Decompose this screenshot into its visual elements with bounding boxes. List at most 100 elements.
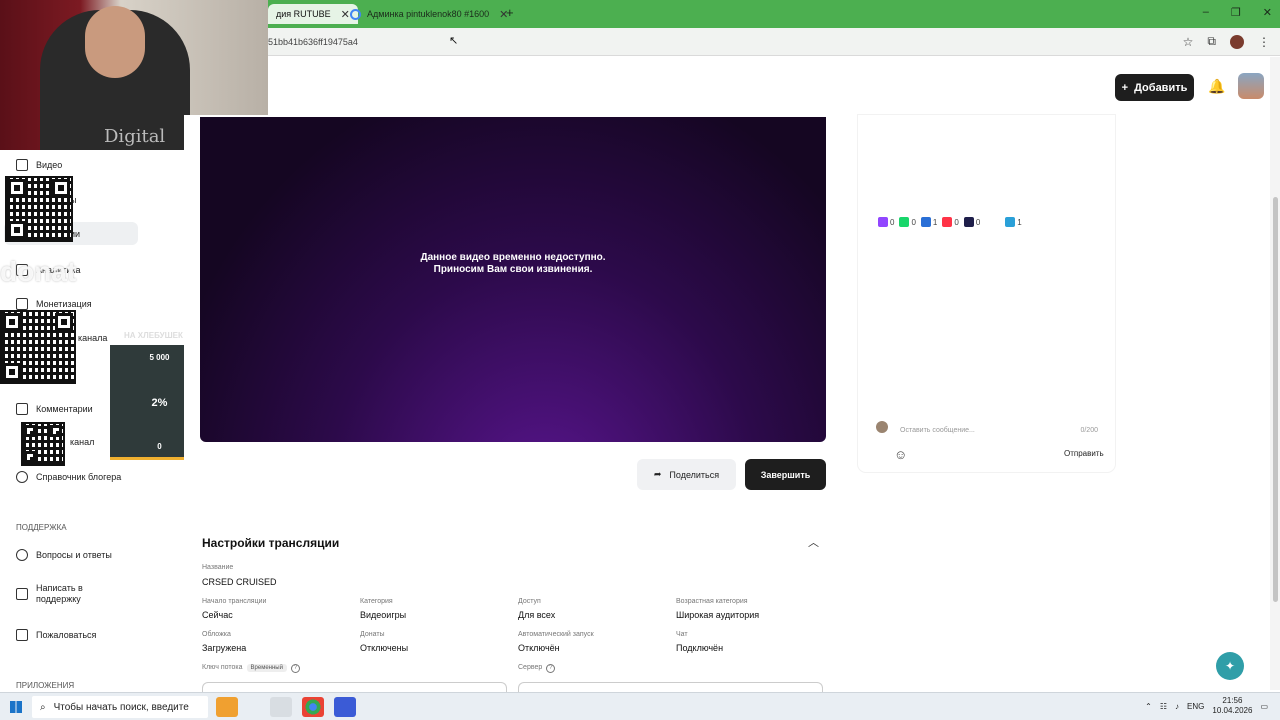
viewers-icon <box>1005 217 1016 227</box>
stream-key-label-text: Ключ потока <box>202 664 243 671</box>
trovo-icon <box>899 217 910 227</box>
comments-icon <box>16 403 28 415</box>
bookmark-star-icon[interactable]: ☆ <box>1183 35 1194 49</box>
page-scrollbar[interactable] <box>1270 57 1280 690</box>
cover-value: Загружена <box>202 643 247 653</box>
share-button-label: Поделиться <box>669 469 720 480</box>
finish-stream-button[interactable]: Завершить <box>745 459 826 490</box>
add-button[interactable]: + Добавить <box>1115 74 1194 101</box>
window-controls: – ❐ ✕ <box>1203 6 1272 19</box>
twitch-icon <box>878 217 888 227</box>
volume-icon[interactable]: ♪ <box>1175 702 1179 711</box>
sidebar-item-faq[interactable]: Вопросы и ответы <box>16 549 112 561</box>
minimize-icon[interactable]: – <box>1203 6 1209 19</box>
platform-counter-rutube: 0 <box>963 217 981 227</box>
donation-qr-code-2 <box>0 310 76 384</box>
scrollbar-thumb[interactable] <box>1273 197 1278 602</box>
donat-watermark: donat <box>0 256 77 287</box>
streamer-head <box>85 6 145 78</box>
google-icon <box>350 8 361 20</box>
taskbar-search-box[interactable]: ⌕ Чтобы начать поиск, введите <box>32 696 208 718</box>
sidebar-item-channel-2[interactable]: канал <box>70 437 94 447</box>
sidebar-item-report[interactable]: Пожаловаться <box>16 629 96 641</box>
windows-taskbar: ⌕ Чтобы начать поиск, введите ⌃ ☷ ♪ ENG … <box>0 692 1280 720</box>
taskbar-clock[interactable]: 21:56 10.04.2026 <box>1212 696 1252 716</box>
category-value: Видеоигры <box>360 610 407 620</box>
platform-count: 0 <box>890 217 895 227</box>
chat-message-input[interactable]: Оставить сообщение... 0/200 <box>873 420 1103 438</box>
platform-counter-viewers: 1 <box>1005 217 1022 227</box>
platform-count: 0 <box>975 217 981 227</box>
age-value: Широкая аудитория <box>676 610 760 620</box>
browser-menu-icon[interactable]: ⋮ <box>1258 35 1270 49</box>
sidebar-item-label: канала <box>78 333 108 343</box>
sidebar-item-channel[interactable]: канала <box>78 333 107 343</box>
donation-qr-code-3 <box>21 422 65 466</box>
tab-title: Админка pintuklenok80 #1600 <box>367 9 490 19</box>
search-icon: ⌕ <box>40 701 46 713</box>
flag-icon <box>16 629 28 641</box>
tray-arrow-icon[interactable]: ⌃ <box>1145 702 1152 711</box>
platform-count: 1 <box>1017 217 1022 227</box>
address-bar-icons: ☆ ⧉ ⋮ <box>1183 34 1270 49</box>
taskbar-search-placeholder: Чтобы начать поиск, введите <box>53 701 189 713</box>
send-button[interactable]: Отправить <box>1064 449 1104 458</box>
platform-counter-twitch: 0 <box>878 217 894 227</box>
platform-count: 0 <box>911 217 916 227</box>
sidebar-item-monetization[interactable]: Монетизация <box>16 298 92 310</box>
fox-app-icon[interactable] <box>216 697 238 717</box>
info-icon <box>16 471 28 483</box>
apps-section-heading: ПРИЛОЖЕНИЯ <box>16 681 75 690</box>
stream-settings-title: Настройки трансляции <box>202 536 340 550</box>
share-icon: ➦ <box>653 469 662 479</box>
extensions-icon[interactable]: ⧉ <box>1207 34 1216 49</box>
chat-char-counter: 0/200 <box>1080 427 1098 434</box>
sidebar-item-comments[interactable]: Комментарии <box>16 403 93 415</box>
temporary-badge: Временный <box>246 664 287 672</box>
sidebar-item-contact-support[interactable]: Написать в поддержку <box>16 583 106 605</box>
share-button[interactable]: ➦ Поделиться <box>637 459 736 490</box>
message-line: Данное видео временно недоступно. <box>420 252 606 263</box>
video-icon <box>16 159 28 171</box>
new-tab-button[interactable]: + <box>506 5 514 20</box>
stream-key-field[interactable] <box>202 682 507 692</box>
url-field[interactable]: 51bb41b636ff19475a4 <box>268 37 358 47</box>
autostart-label: Автоматический запуск <box>518 631 594 638</box>
sidebar-item-label: Комментарии <box>36 404 93 414</box>
restore-icon[interactable]: ❐ <box>1231 6 1241 19</box>
user-avatar[interactable] <box>1238 73 1264 99</box>
sidebar-item-blogger-guide[interactable]: Справочник блогера <box>16 471 121 483</box>
collapse-chevron-icon[interactable]: ︿ <box>808 534 819 550</box>
messenger-app-icon[interactable] <box>334 697 356 717</box>
chat-panel <box>858 115 1115 472</box>
browser-tab-admin[interactable]: Админка pintuklenok80 #1600 ✕ <box>342 4 516 24</box>
windows-start-icon[interactable] <box>10 701 22 713</box>
chat-placeholder: Оставить сообщение... <box>900 427 975 434</box>
sidebar-item-video[interactable]: Видео <box>16 159 62 171</box>
goodgame-icon <box>920 217 931 227</box>
mail-icon <box>16 588 28 600</box>
player-unavailable-message: Данное видео временно недоступно. Принос… <box>200 252 826 276</box>
video-player[interactable]: Данное видео временно недоступно. Принос… <box>200 117 826 442</box>
mouse-cursor-icon: ↖ <box>449 35 459 47</box>
input-language[interactable]: ENG <box>1187 702 1204 711</box>
help-icon[interactable]: ? <box>546 664 556 673</box>
cover-label: Обложка <box>202 631 231 638</box>
system-tray: ⌃ ☷ ♪ ENG 21:56 10.04.2026 ▭ <box>1145 696 1268 716</box>
donations-label: Донаты <box>360 631 385 638</box>
profile-avatar-icon[interactable] <box>1230 34 1244 49</box>
sidebar-item-label: Написать в поддержку <box>36 583 83 604</box>
chrome-app-icon[interactable] <box>302 697 324 717</box>
obs-app-icon[interactable] <box>270 697 292 717</box>
network-icon[interactable]: ☷ <box>1160 702 1167 711</box>
close-window-icon[interactable]: ✕ <box>1263 6 1272 19</box>
sidebar-item-label: Вопросы и ответы <box>36 550 112 560</box>
help-icon[interactable]: ? <box>290 664 300 673</box>
server-label-text: Сервер <box>518 664 543 671</box>
support-chat-icon[interactable]: ✦ <box>1216 652 1244 680</box>
notifications-icon[interactable]: ▭ <box>1260 702 1268 711</box>
emoji-icon[interactable]: ☺ <box>894 447 907 462</box>
server-field[interactable] <box>518 682 823 692</box>
start-label: Начало трансляции <box>202 598 267 605</box>
notifications-bell-icon[interactable]: 🔔 <box>1208 78 1225 95</box>
